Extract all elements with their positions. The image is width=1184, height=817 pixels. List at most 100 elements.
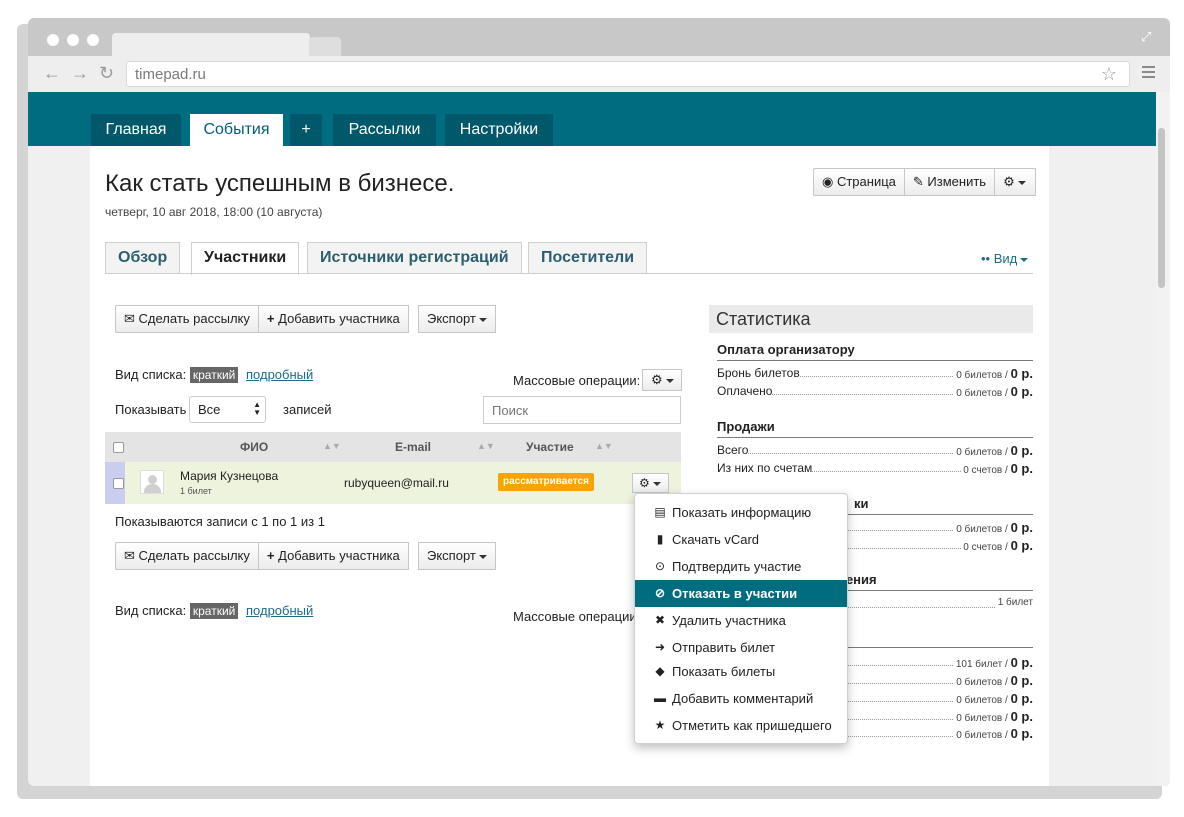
tab-overview[interactable]: Обзор [105, 242, 181, 274]
gear-icon: ⚙ [1003, 174, 1015, 189]
sort-icon[interactable]: ▲▼ [477, 441, 495, 451]
scrollbar-thumb[interactable] [1158, 128, 1165, 288]
list-view-detailed[interactable]: подробный [246, 603, 313, 618]
envelope-icon: ✉ [124, 548, 135, 563]
arrow-right-icon: ➜ [654, 640, 666, 654]
reload-icon[interactable]: ↻ [99, 62, 114, 84]
mailing-button[interactable]: ✉ Сделать рассылку [115, 305, 259, 333]
export-button[interactable]: Экспорт [418, 542, 496, 570]
forward-arrow-icon[interactable]: → [71, 62, 89, 84]
menu-item-send-ticket[interactable]: ➜ Отправить билет [635, 634, 847, 661]
fullscreen-icon[interactable]: ⤢ [1141, 29, 1151, 45]
list-view-brief[interactable]: краткий [189, 603, 239, 619]
gear-icon: ⚙ [651, 372, 663, 387]
tab-visitors[interactable]: Посетители [528, 242, 648, 274]
show-suffix: записей [283, 402, 332, 417]
avatar [140, 470, 164, 494]
view-page-button[interactable]: ◉ Страница [813, 168, 905, 196]
view-dropdown[interactable]: •• Вид [981, 251, 1029, 266]
top-navigation: Главная События + Рассылки Настройки [28, 92, 1170, 146]
list-view-switch-bottom: Вид списка: краткий подробный [115, 603, 314, 619]
menu-item-add-comment[interactable]: ▬ Добавить комментарий [635, 685, 847, 712]
stats-divider [717, 360, 1033, 361]
window-maximize-dot[interactable] [87, 34, 99, 46]
column-email[interactable]: E-mail [395, 440, 431, 454]
menu-item-download-vcard[interactable]: ▮ Скачать vCard [635, 526, 847, 553]
status-badge: рассматривается [498, 473, 594, 491]
participants-toolbar-bottom: ✉ Сделать рассылку + Добавить участника [115, 542, 409, 570]
add-participant-button[interactable]: + Добавить участника [257, 542, 409, 570]
file-icon: ▮ [656, 532, 664, 546]
table-footer-info: Показываются записи с 1 по 1 из 1 [115, 514, 325, 529]
export-button[interactable]: Экспорт [418, 305, 496, 333]
list-view-detailed[interactable]: подробный [246, 367, 313, 382]
nav-tab-home[interactable]: Главная [91, 114, 181, 146]
menu-item-mark-arrived[interactable]: ★ Отметить как пришедшего [635, 712, 847, 739]
stats-row: Из них по счетам 0 счетов / 0 р. [717, 461, 1033, 476]
x-icon: ✖ [654, 613, 666, 627]
add-participant-button[interactable]: + Добавить участника [257, 305, 409, 333]
tags-icon: ◆ [655, 664, 665, 678]
page-size-select[interactable]: Все ▲ ▼ [189, 396, 266, 423]
address-bar[interactable]: timepad.ru ☆ [126, 61, 1130, 87]
list-view-brief[interactable]: краткий [189, 367, 239, 383]
nav-tab-mailings[interactable]: Рассылки [333, 114, 436, 146]
menu-item-confirm[interactable]: ⊙ Подтвердить участие [635, 553, 847, 580]
window-close-dot[interactable] [47, 34, 59, 46]
column-name[interactable]: ФИО [240, 440, 268, 454]
window-minimize-dot[interactable] [67, 34, 79, 46]
mailing-button[interactable]: ✉ Сделать рассылку [115, 542, 259, 570]
eye-icon: ◉ [822, 174, 834, 189]
row-checkbox[interactable] [113, 478, 124, 489]
tab-registration-sources[interactable]: Источники регистраций [307, 242, 522, 274]
sort-icon[interactable]: ▲▼ [595, 441, 613, 451]
new-tab-button[interactable] [309, 37, 341, 57]
event-datetime: четверг, 10 авг 2018, 18:00 (10 августа) [105, 205, 323, 219]
bulk-ops-button[interactable]: ⚙ [642, 369, 682, 391]
menu-item-reject[interactable]: ⊘ Отказать в участии [635, 580, 847, 607]
settings-dropdown-button[interactable]: ⚙ [994, 168, 1037, 196]
row-actions-button[interactable]: ⚙ [632, 473, 669, 493]
bulk-ops-label: Массовые операции: [513, 609, 641, 624]
pencil-icon: ✎ [912, 174, 924, 189]
table-row[interactable]: Мария Кузнецова 1 билет rubyqueen@mail.r… [105, 462, 681, 504]
stats-row: Всего 0 билетов / 0 р. [717, 443, 1033, 458]
header-actions: ◉ Страница ✎ Изменить ⚙ [813, 168, 1037, 196]
stats-row: Оплачено 0 билетов / 0 р. [717, 384, 1033, 399]
browser-window: ⤢ ← → ↻ timepad.ru ☆ Главная События + Р… [28, 18, 1170, 786]
nav-tab-add[interactable]: + [290, 114, 322, 146]
menu-item-delete[interactable]: ✖ Удалить участника [635, 607, 847, 634]
back-arrow-icon[interactable]: ← [43, 62, 61, 84]
star-icon: ★ [654, 718, 666, 732]
main-content: Как стать успешным в бизнесе. четверг, 1… [90, 146, 1049, 786]
participant-name[interactable]: Мария Кузнецова [180, 469, 278, 483]
search-input[interactable] [483, 396, 681, 424]
nav-tab-settings[interactable]: Настройки [445, 114, 553, 146]
gear-icon: ⚙ [639, 476, 650, 490]
stats-heading: Оплата организатору [717, 342, 855, 357]
menu-item-show-info[interactable]: ▤ Показать информацию [635, 499, 847, 526]
column-status[interactable]: Участие [526, 440, 574, 454]
edit-button[interactable]: ✎ Изменить [903, 168, 996, 196]
list-view-switch: Вид списка: краткий подробный [115, 367, 314, 383]
stats-row: Бронь билетов 0 билетов / 0 р. [717, 366, 1033, 381]
stats-heading: Продажи [717, 419, 775, 434]
glasses-icon: •• [981, 251, 991, 266]
nav-tab-events[interactable]: События [190, 114, 283, 146]
browser-toolbar: ← → ↻ timepad.ru ☆ [28, 56, 1170, 92]
participants-toolbar: ✉ Сделать рассылку + Добавить участника [115, 305, 409, 333]
stats-divider [717, 437, 1033, 438]
table-header: ФИО ▲▼ E-mail ▲▼ Участие ▲▼ [105, 432, 681, 462]
comment-icon: ▬ [654, 691, 666, 705]
menu-item-show-tickets[interactable]: ◆ Показать билеты [635, 658, 847, 685]
check-circle-icon: ⊙ [654, 559, 666, 573]
browser-menu-icon[interactable] [1142, 66, 1155, 81]
web-page: Главная События + Рассылки Настройки Как… [28, 92, 1170, 786]
bookmark-star-icon[interactable]: ☆ [1101, 64, 1117, 85]
plus-icon: + [266, 548, 275, 563]
browser-tab[interactable] [112, 33, 310, 57]
sort-icon[interactable]: ▲▼ [323, 441, 341, 451]
tab-participants[interactable]: Участники [191, 242, 300, 275]
stats-title: Статистика [709, 305, 1033, 333]
select-all-checkbox[interactable] [113, 442, 124, 453]
